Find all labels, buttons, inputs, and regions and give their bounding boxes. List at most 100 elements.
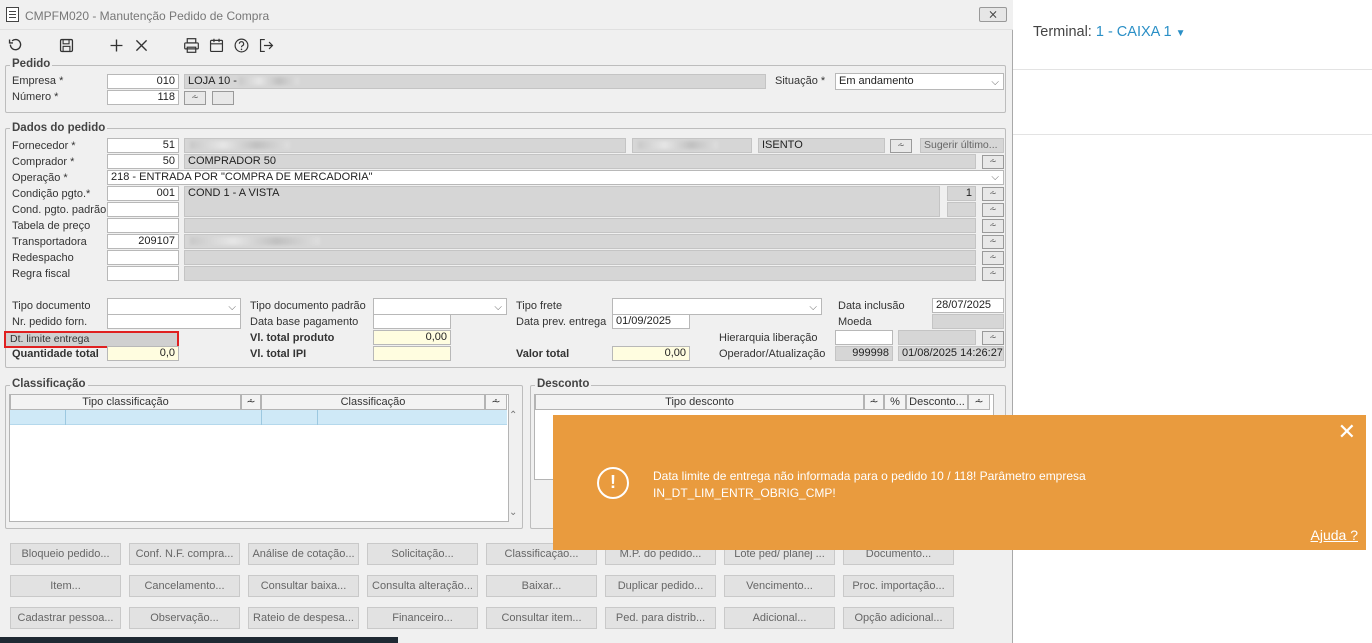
redacted-text [238, 77, 299, 86]
tabela-input[interactable] [107, 218, 179, 233]
data-inclusao-label: Data inclusão [838, 300, 905, 312]
fornecedor-doc-field [632, 138, 752, 153]
transportadora-code-input[interactable]: 209107 [107, 234, 179, 249]
transportadora-name-field [184, 234, 976, 249]
comprador-name-field: COMPRADOR 50 [184, 154, 976, 169]
dt-limite-label: Dt. limite entrega [10, 333, 90, 345]
transportadora-label: Transportadora [12, 236, 87, 248]
error-toast: ✕ ! Data limite de entrega não informada… [553, 415, 1366, 550]
empty-button[interactable] [212, 91, 234, 105]
caret-down-icon: ▼ [1175, 28, 1186, 39]
save-icon[interactable] [56, 35, 76, 55]
action-button[interactable]: Observação... [129, 607, 240, 629]
close-icon[interactable]: ✕ [1338, 421, 1356, 443]
action-button[interactable]: Cancelamento... [129, 575, 240, 597]
action-button[interactable]: Consultar item... [486, 607, 597, 629]
grid-header-desconto[interactable]: Desconto... [906, 394, 968, 410]
operador-field: 999998 [835, 346, 893, 361]
calendar-icon[interactable] [206, 35, 226, 55]
lookup-button[interactable]: ⩪ [982, 251, 1004, 265]
data-inclusao-field[interactable]: 28/07/2025 [932, 298, 1004, 313]
lookup-button[interactable]: ⩪ [982, 203, 1004, 217]
numero-label: Número * [12, 91, 59, 103]
action-button[interactable]: Rateio de despesa... [248, 607, 359, 629]
scroll-up-icon[interactable]: ⌃ [509, 410, 517, 421]
action-button[interactable]: Vencimento... [724, 575, 835, 597]
regra-input[interactable] [107, 266, 179, 281]
data-base-input[interactable] [373, 314, 451, 329]
condicao-code-input[interactable]: 001 [107, 186, 179, 201]
action-button[interactable]: Consultar baixa... [248, 575, 359, 597]
data-prev-input[interactable]: 01/09/2025 [612, 314, 690, 329]
action-button[interactable]: Solicitação... [367, 543, 478, 565]
hierarquia-input[interactable] [835, 330, 893, 345]
action-button[interactable]: Item... [10, 575, 121, 597]
numero-input[interactable]: 118 [107, 90, 179, 105]
empresa-code-input[interactable]: 010 [107, 74, 179, 89]
help-link[interactable]: Ajuda ? [1311, 527, 1358, 543]
lookup-icon[interactable]: ⩪ [968, 394, 990, 410]
lookup-button[interactable]: ⩪ [982, 235, 1004, 249]
action-button[interactable]: Baixar... [486, 575, 597, 597]
redacted-text [638, 141, 718, 150]
exit-icon[interactable] [256, 35, 276, 55]
lookup-button[interactable]: ⩪ [982, 331, 1004, 345]
vl-ipi-field [373, 346, 451, 361]
sugerir-ultimo-button[interactable]: Sugerir último... [920, 138, 1004, 153]
table-row[interactable] [10, 410, 507, 425]
scroll-down-icon[interactable]: ⌄ [509, 507, 517, 518]
empresa-name-field: LOJA 10 - [184, 74, 766, 89]
close-window-button[interactable]: ⨯ [979, 7, 1007, 22]
redespacho-input[interactable] [107, 250, 179, 265]
lookup-button[interactable]: ⩪ [982, 155, 1004, 169]
lookup-button[interactable]: ⩪ [982, 267, 1004, 281]
operacao-select[interactable]: 218 - ENTRADA POR "COMPRA DE MERCADORIA"… [107, 170, 1004, 185]
action-button[interactable]: Ped. para distrib... [605, 607, 716, 629]
grid-header-tipo-desconto[interactable]: Tipo desconto [535, 394, 864, 410]
comprador-code-input[interactable]: 50 [107, 154, 179, 169]
action-button[interactable]: Conf. N.F. compra... [129, 543, 240, 565]
refresh-icon[interactable] [5, 35, 25, 55]
lookup-icon[interactable]: ⩪ [241, 394, 261, 410]
lookup-button[interactable]: ⩪ [982, 187, 1004, 201]
print-icon[interactable] [181, 35, 201, 55]
tipo-doc-padrao-select[interactable]: ⌵ [373, 298, 507, 315]
redacted-text [190, 141, 290, 150]
lookup-button[interactable]: ⩪ [982, 219, 1004, 233]
action-button[interactable]: Duplicar pedido... [605, 575, 716, 597]
add-icon[interactable] [106, 35, 126, 55]
action-button[interactable]: Financeiro... [367, 607, 478, 629]
situacao-select[interactable]: Em andamento ⌵ [835, 73, 1004, 90]
action-button[interactable]: Análise de cotação... [248, 543, 359, 565]
tipo-frete-select[interactable]: ⌵ [612, 298, 822, 315]
chevron-down-icon: ⌵ [228, 302, 236, 313]
divider [1013, 69, 1372, 70]
action-button[interactable]: Consulta alteração... [367, 575, 478, 597]
action-button[interactable]: Opção adicional... [843, 607, 954, 629]
grid-header-percent[interactable]: % [884, 394, 906, 410]
action-button[interactable]: Cadastrar pessoa... [10, 607, 121, 629]
lookup-button[interactable]: ⩪ [890, 139, 912, 153]
tipo-doc-select[interactable]: ⌵ [107, 298, 241, 315]
lookup-icon[interactable]: ⩪ [864, 394, 884, 410]
fornecedor-code-input[interactable]: 51 [107, 138, 179, 153]
chevron-down-icon: ⌵ [991, 172, 999, 183]
pedido-legend: Pedido [10, 58, 53, 70]
terminal-value: 1 - CAIXA 1 [1095, 24, 1172, 40]
vl-prod-field: 0,00 [373, 330, 451, 345]
lookup-icon[interactable]: ⩪ [485, 394, 507, 410]
condicao-label: Condição pgto.* [12, 188, 91, 200]
action-button[interactable]: Bloqueio pedido... [10, 543, 121, 565]
grid-header-classificacao[interactable]: Classificação [261, 394, 485, 410]
grid-header-tipo-classificacao[interactable]: Tipo classificação [10, 394, 241, 410]
help-icon[interactable] [231, 35, 251, 55]
cond-padrao-input[interactable] [107, 202, 179, 217]
action-button[interactable]: Proc. importação... [843, 575, 954, 597]
lookup-button[interactable]: ⩪ [184, 91, 206, 105]
nr-pedido-input[interactable] [107, 314, 241, 329]
operacao-value: 218 - ENTRADA POR "COMPRA DE MERCADORIA" [111, 171, 373, 183]
terminal-selector[interactable]: Terminal: 1 - CAIXA 1 ▼ [1033, 24, 1186, 40]
delete-icon[interactable] [131, 35, 151, 55]
action-button[interactable]: Adicional... [724, 607, 835, 629]
comprador-label: Comprador * [12, 156, 75, 168]
